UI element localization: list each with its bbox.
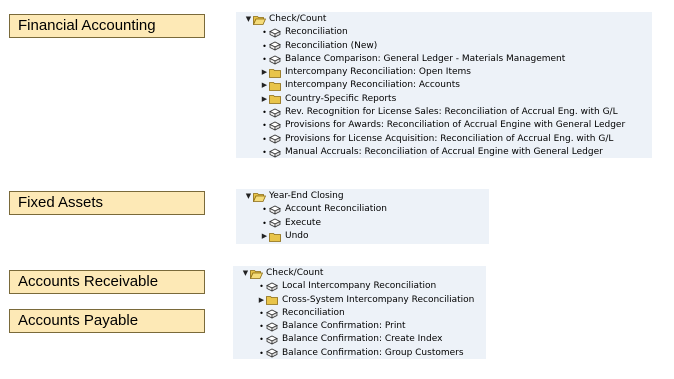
folder-icon (269, 68, 282, 78)
bullet-icon: • (259, 348, 264, 358)
bullet-icon: • (262, 121, 267, 131)
tree-item[interactable]: • Rev. Recognition for License Sales: Rec… (236, 106, 652, 119)
bullet-icon: • (259, 322, 264, 332)
tree-item-label: Cross-System Intercompany Reconciliation (282, 294, 475, 305)
tree-item-label: Provisions for License Acquisition: Reco… (285, 133, 614, 144)
transaction-icon (269, 28, 282, 38)
tree-item[interactable]: • Reconciliation (236, 26, 652, 39)
bullet-icon: • (259, 282, 264, 292)
expand-right-icon[interactable]: ▶ (260, 230, 269, 243)
tree-item-label: Reconciliation (285, 27, 348, 38)
tree-item[interactable]: • Balance Comparison: General Ledger - Ma… (236, 53, 652, 66)
tree-item[interactable]: • Provisions for License Acquisition: Rec… (236, 133, 652, 146)
tree-item-label: Balance Comparison: General Ledger - Mat… (285, 53, 566, 64)
transaction-icon (266, 282, 279, 292)
tree-item[interactable]: • Reconciliation (New) (236, 40, 652, 53)
folder-icon (269, 94, 282, 105)
tree-item-label: Manual Accruals: Reconciliation of Accru… (285, 146, 603, 157)
financial-accounting-tree: ▼ Check/Count • Reconciliation • Reconciliati… (236, 12, 652, 158)
expand-down-icon[interactable]: ▼ (241, 267, 250, 280)
tree-item[interactable]: • Provisions for Awards: Reconciliation o… (236, 119, 652, 132)
fixed-assets-label: Fixed Assets (9, 191, 205, 215)
bullet-icon: • (262, 147, 267, 157)
bullet-icon: • (259, 335, 264, 345)
expand-right-icon[interactable]: ▶ (260, 66, 269, 79)
tree-item[interactable]: ▶ Country-Specific Reports (236, 93, 652, 106)
tree-root-label: Check/Count (266, 268, 324, 278)
bullet-icon: • (262, 54, 267, 64)
tree-item[interactable]: • Local Intercompany Reconciliation (233, 280, 486, 293)
tree-item-label: Reconciliation (282, 307, 345, 318)
bullet-icon: • (262, 134, 267, 144)
transaction-icon (269, 108, 282, 118)
tree-root-node[interactable]: ▼ Check/Count (236, 13, 652, 26)
tree-root-label: Check/Count (269, 14, 327, 24)
tree-item-label: Intercompany Reconciliation: Accounts (285, 80, 460, 91)
accounts-receivable-label: Accounts Receivable (9, 270, 205, 294)
transaction-icon (269, 148, 282, 158)
transaction-icon (266, 309, 279, 319)
transaction-icon (269, 121, 282, 131)
tree-item-label: Undo (285, 230, 309, 241)
tree-item-label: Balance Confirmation: Create Index (282, 334, 443, 345)
tree-item[interactable]: • Balance Confirmation: Group Customers (233, 347, 486, 360)
expand-right-icon[interactable]: ▶ (257, 294, 266, 307)
folder-icon (269, 81, 282, 92)
tree-item-label: Reconciliation (New) (285, 40, 378, 51)
expand-right-icon[interactable]: ▶ (260, 93, 269, 106)
transaction-icon (266, 322, 279, 332)
folder-open-icon (253, 15, 266, 25)
transaction-icon (266, 348, 279, 359)
expand-right-icon[interactable]: ▶ (260, 79, 269, 92)
tree-item[interactable]: • Balance Confirmation: Print (233, 320, 486, 333)
tree-item-label: Provisions for Awards: Reconciliation of… (285, 120, 626, 131)
folder-open-icon (250, 269, 263, 279)
folder-icon (266, 295, 279, 306)
transaction-icon (269, 55, 282, 65)
expand-down-icon[interactable]: ▼ (244, 13, 253, 26)
tree-item[interactable]: • Balance Confirmation: Create Index (233, 333, 486, 346)
tree-item-label: Local Intercompany Reconciliation (282, 281, 437, 292)
tree-item-label: Balance Confirmation: Print (282, 321, 406, 332)
tree-item[interactable]: • Execute (236, 217, 489, 230)
tree-item-label: Account Reconciliation (285, 204, 387, 215)
tree-item[interactable]: • Reconciliation (233, 307, 486, 320)
tree-item-label: Rev. Recognition for License Sales: Reco… (285, 107, 618, 118)
transaction-icon (269, 41, 282, 51)
receivables-payables-tree: ▼ Check/Count • Local Intercompany Reconcil… (233, 266, 486, 359)
transaction-icon (269, 218, 282, 228)
transaction-icon (266, 335, 279, 345)
financial-accounting-label: Financial Accounting (9, 14, 205, 38)
bullet-icon: • (259, 308, 264, 318)
tree-item-label: Balance Confirmation: Group Customers (282, 347, 464, 358)
transaction-icon (269, 205, 282, 215)
tree-item[interactable]: • Manual Accruals: Reconciliation of Accr… (236, 146, 652, 159)
expand-down-icon[interactable]: ▼ (244, 190, 253, 203)
fixed-assets-tree: ▼ Year-End Closing • Account Reconciliation… (236, 189, 489, 244)
bullet-icon: • (262, 218, 267, 228)
tree-item[interactable]: ▶ Cross-System Intercompany Reconciliatio… (233, 294, 486, 307)
tree-item[interactable]: ▶ Intercompany Reconciliation: Accounts (236, 79, 652, 92)
bullet-icon: • (262, 28, 267, 38)
tree-root-label: Year-End Closing (269, 191, 344, 201)
bullet-icon: • (262, 41, 267, 51)
tree-item-label: Execute (285, 217, 321, 228)
folder-icon (269, 232, 282, 242)
tree-item[interactable]: ▶ Undo (236, 230, 489, 243)
tree-item[interactable]: • Account Reconciliation (236, 203, 489, 216)
tree-item-label: Intercompany Reconciliation: Open Items (285, 67, 471, 78)
folder-open-icon (253, 192, 266, 202)
tree-root-node[interactable]: ▼ Check/Count (233, 267, 486, 280)
tree-item-label: Country-Specific Reports (285, 93, 397, 104)
transaction-icon (269, 134, 282, 144)
tree-item[interactable]: ▶ Intercompany Reconciliation: Open Items (236, 66, 652, 79)
tree-root-node[interactable]: ▼ Year-End Closing (236, 190, 489, 203)
bullet-icon: • (262, 108, 267, 118)
accounts-payable-label: Accounts Payable (9, 309, 205, 333)
bullet-icon: • (262, 205, 267, 215)
